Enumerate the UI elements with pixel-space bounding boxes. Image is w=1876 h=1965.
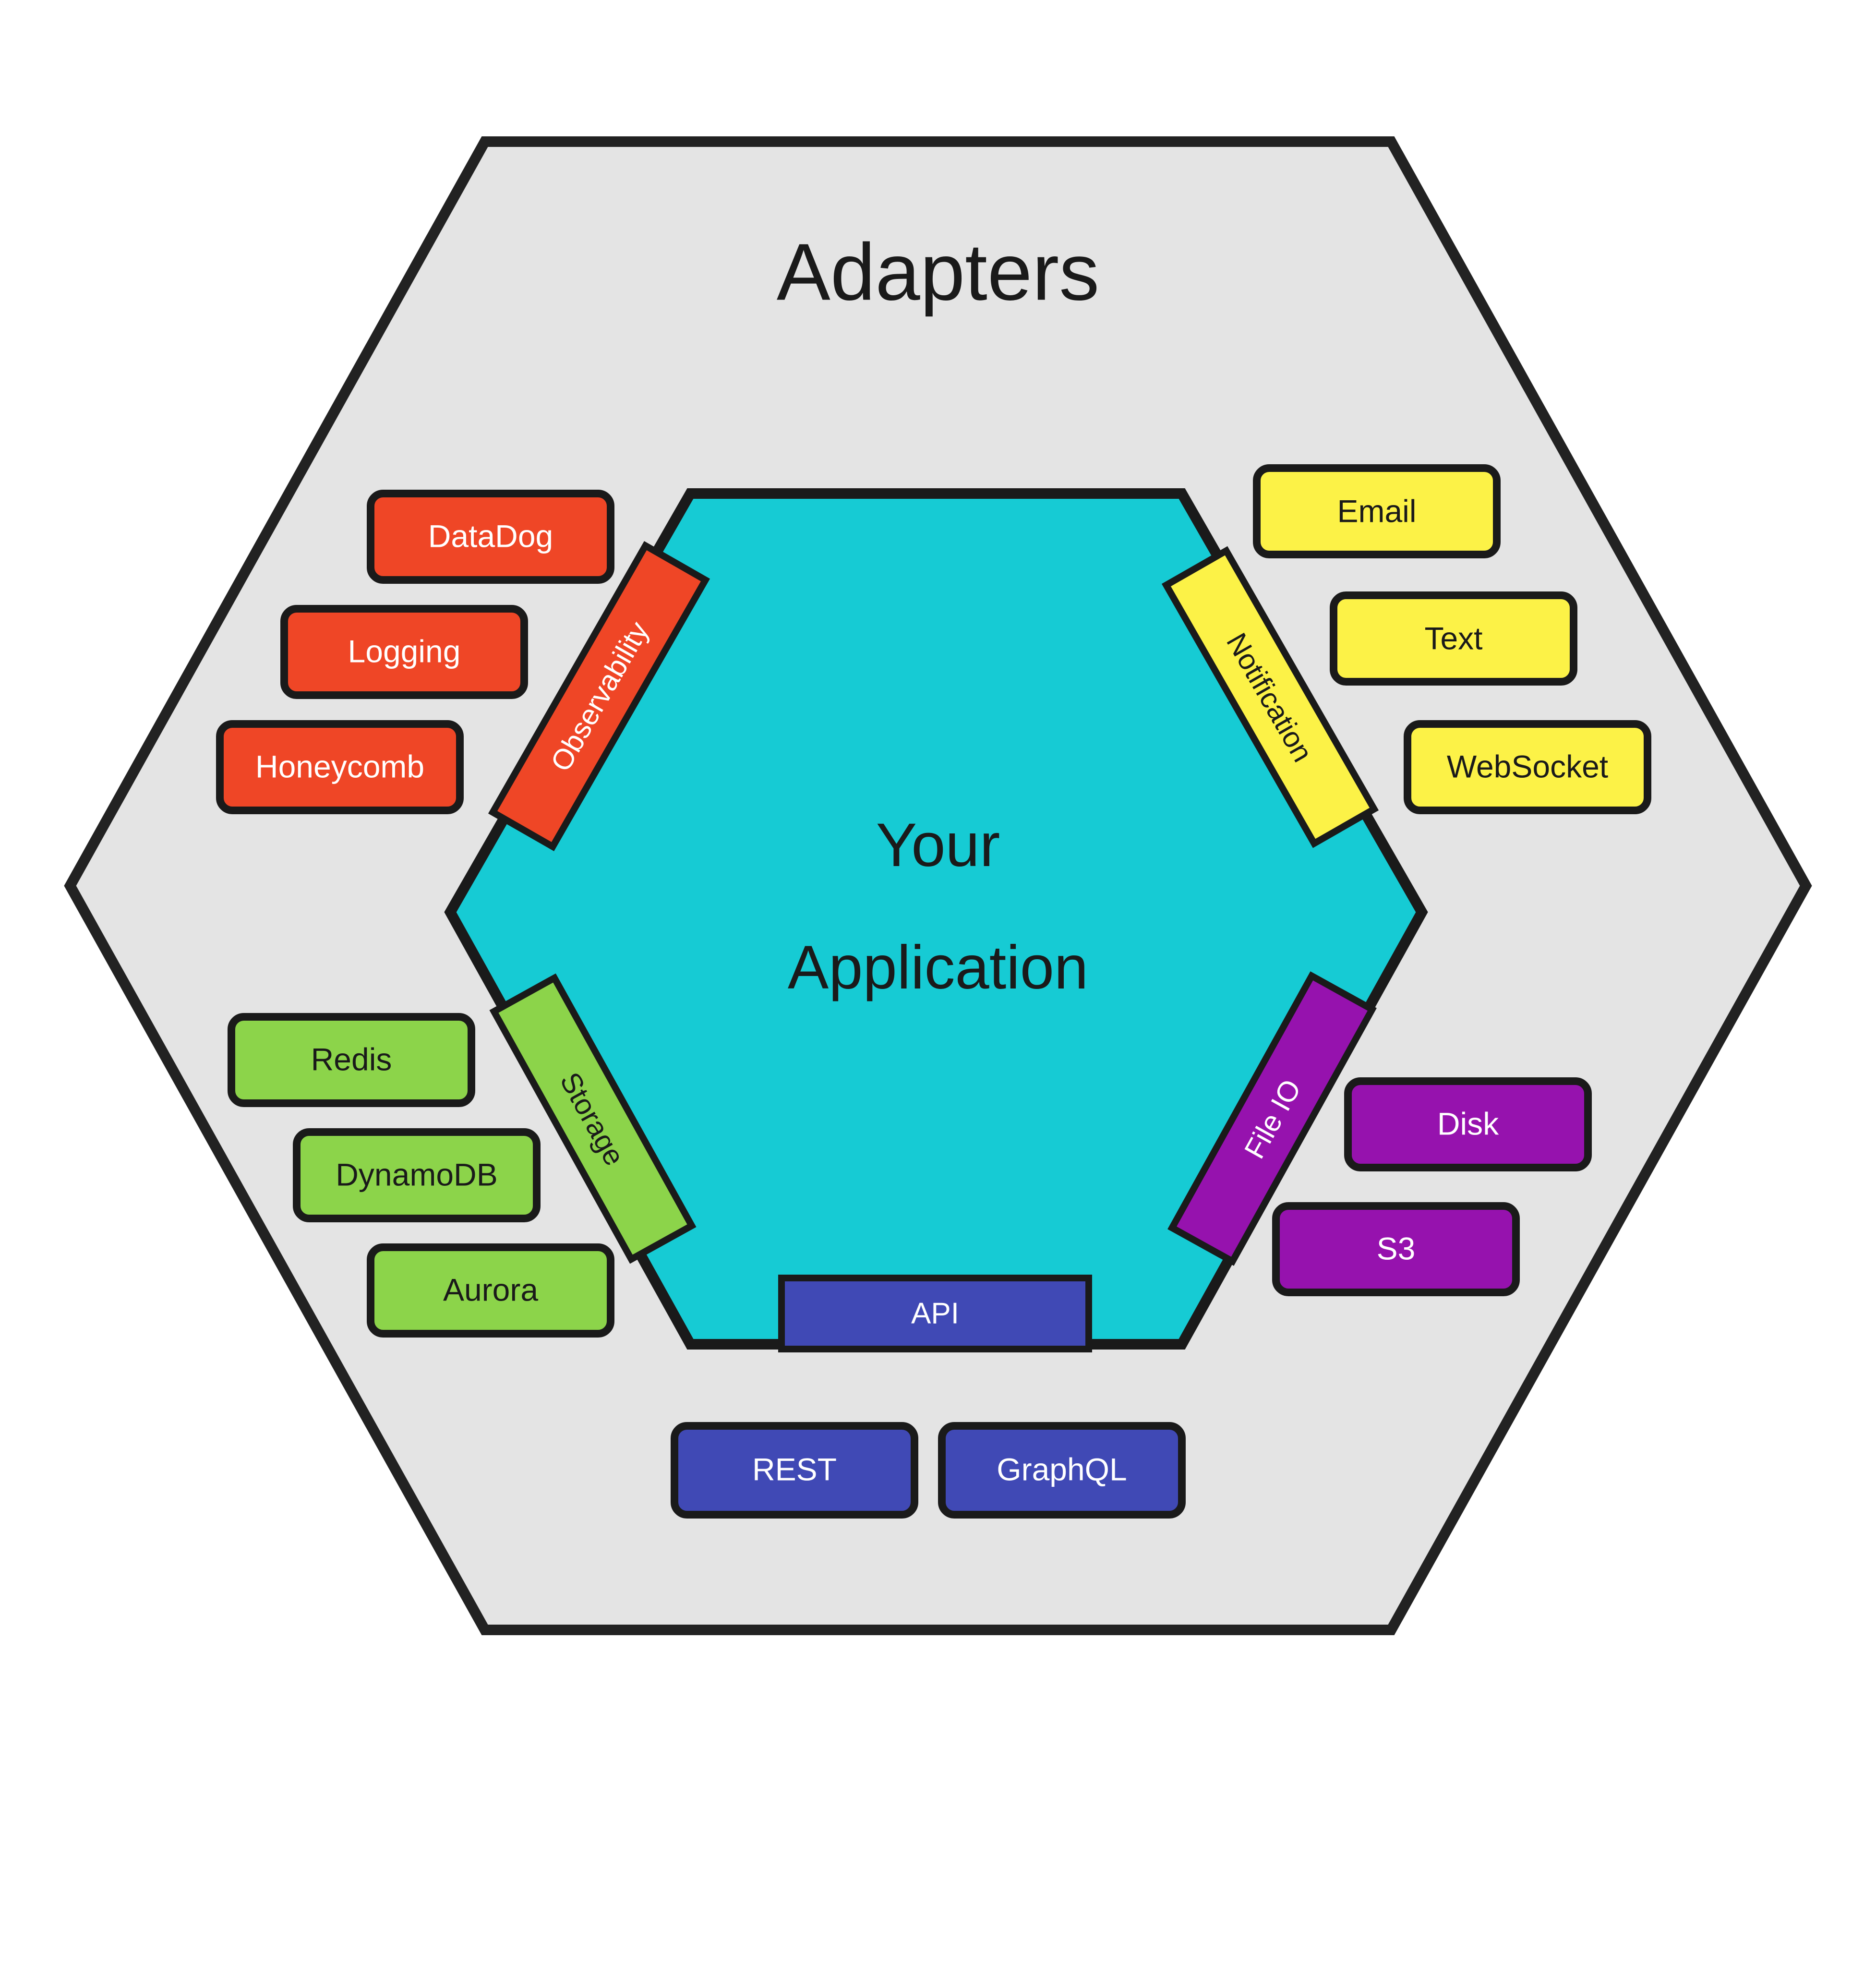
adapter-s3-label: S3 xyxy=(1377,1230,1416,1266)
adapter-redis-label: Redis xyxy=(311,1041,392,1077)
adapter-websocket-label: WebSocket xyxy=(1447,748,1608,784)
adapter-text-label: Text xyxy=(1424,620,1482,656)
adapter-dynamodb[interactable]: DynamoDB xyxy=(293,1128,541,1222)
adapter-honeycomb[interactable]: Honeycomb xyxy=(216,720,464,814)
adapter-graphql[interactable]: GraphQL xyxy=(938,1422,1186,1519)
adapter-text[interactable]: Text xyxy=(1330,591,1577,686)
adapter-email[interactable]: Email xyxy=(1253,464,1501,558)
adapter-disk[interactable]: Disk xyxy=(1344,1077,1592,1171)
adapter-datadog[interactable]: DataDog xyxy=(367,490,614,584)
adapter-dynamodb-label: DynamoDB xyxy=(336,1157,497,1192)
adapter-logging[interactable]: Logging xyxy=(280,605,528,699)
port-api-label: API xyxy=(911,1297,959,1330)
adapter-aurora[interactable]: Aurora xyxy=(367,1243,614,1338)
adapter-datadog-label: DataDog xyxy=(428,518,553,554)
adapter-rest-label: REST xyxy=(752,1451,837,1487)
port-api[interactable]: API xyxy=(778,1275,1092,1352)
page-title: Adapters xyxy=(777,227,1099,317)
diagram-canvas: Adapters Your Application Observability … xyxy=(0,0,1876,1965)
adapter-honeycomb-label: Honeycomb xyxy=(255,748,424,784)
adapter-websocket[interactable]: WebSocket xyxy=(1404,720,1651,814)
adapter-rest[interactable]: REST xyxy=(671,1422,918,1519)
adapter-logging-label: Logging xyxy=(348,633,461,669)
adapter-aurora-label: Aurora xyxy=(443,1272,538,1307)
adapter-graphql-label: GraphQL xyxy=(997,1451,1127,1487)
core-label-line1: Your xyxy=(876,811,1000,880)
adapter-redis[interactable]: Redis xyxy=(228,1013,475,1107)
hexagonal-architecture-diagram: Adapters Your Application Observability … xyxy=(64,136,1812,1635)
adapter-disk-label: Disk xyxy=(1437,1106,1499,1141)
adapter-email-label: Email xyxy=(1337,493,1416,529)
core-label-line2: Application xyxy=(788,933,1088,1002)
adapter-s3[interactable]: S3 xyxy=(1272,1202,1520,1296)
